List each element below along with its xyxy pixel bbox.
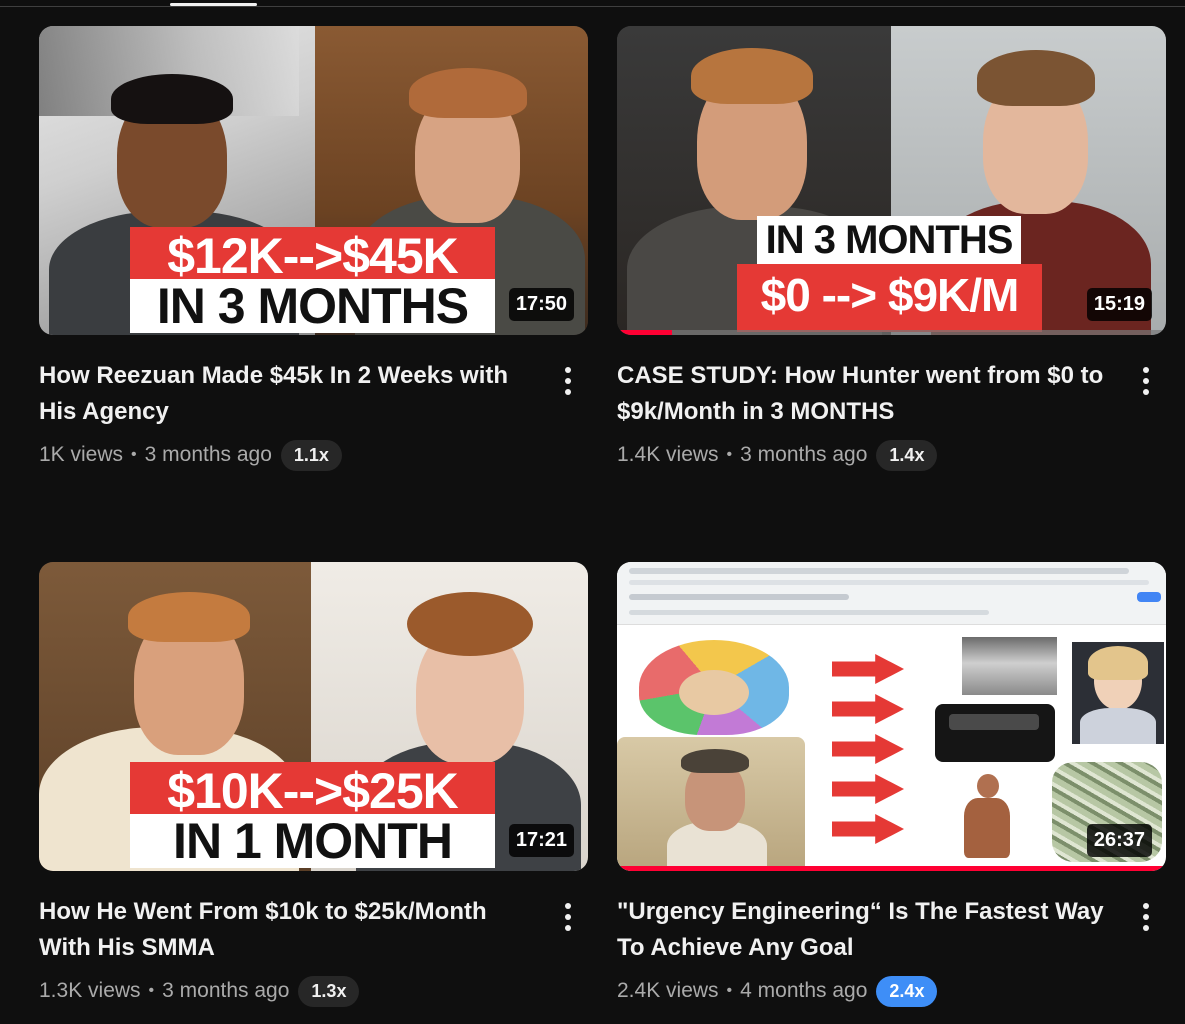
video-thumbnail[interactable]: $10K-->$25K IN 1 MONTH 17:21 bbox=[39, 562, 588, 871]
playback-speed-badge: 1.1x bbox=[280, 439, 342, 471]
video-title[interactable]: How Reezuan Made $45k In 2 Weeks with Hi… bbox=[39, 358, 529, 430]
bodybuilder-image bbox=[962, 774, 1012, 864]
video-metadata: 1.4K views • 3 months ago 1.4x bbox=[617, 439, 938, 471]
video-card-4[interactable]: 26:37 "Urgency Engineering“ Is The Faste… bbox=[617, 562, 1166, 1007]
video-thumbnail[interactable]: $12K-->$45K IN 3 MONTHS 17:50 bbox=[39, 26, 588, 335]
thumbnail-caption-bottom: IN 3 MONTHS bbox=[130, 279, 495, 333]
separator: • bbox=[726, 982, 733, 999]
duration-badge: 17:21 bbox=[508, 824, 574, 857]
thumbnail-caption-top: $10K-->$25K bbox=[130, 762, 495, 818]
house-image bbox=[962, 637, 1057, 695]
video-metadata: 2.4K views • 4 months ago 2.4x bbox=[617, 975, 938, 1007]
duration-badge: 26:37 bbox=[1086, 824, 1152, 857]
separator: • bbox=[131, 446, 137, 463]
separator: • bbox=[726, 446, 733, 463]
webcam-inset bbox=[617, 737, 805, 871]
red-arrow bbox=[832, 814, 904, 844]
portrait-image bbox=[1072, 642, 1164, 744]
watch-progress-bar bbox=[617, 866, 1166, 871]
red-arrow bbox=[832, 654, 904, 684]
red-arrow bbox=[832, 774, 904, 804]
thumbnail-caption-top: $12K-->$45K bbox=[130, 227, 495, 283]
thumbnail-caption-top: IN 3 MONTHS bbox=[757, 216, 1021, 266]
view-count: 2.4K views bbox=[617, 979, 719, 1002]
video-metadata: 1.3K views • 3 months ago 1.3x bbox=[39, 975, 360, 1007]
video-title[interactable]: How He Went From $10k to $25k/Month With… bbox=[39, 894, 529, 966]
video-card-3[interactable]: $10K-->$25K IN 1 MONTH 17:21 How He Went… bbox=[39, 562, 588, 1007]
browser-screenshot-toolbar bbox=[617, 562, 1166, 625]
thumbnail-caption-bottom: IN 1 MONTH bbox=[130, 814, 495, 868]
view-count: 1.4K views bbox=[617, 443, 719, 466]
brain-diagram bbox=[639, 640, 789, 735]
progress-track bbox=[617, 330, 1166, 335]
duration-badge: 17:50 bbox=[508, 288, 574, 321]
video-title[interactable]: "Urgency Engineering“ Is The Fastest Way… bbox=[617, 894, 1107, 966]
upload-age: 3 months ago bbox=[144, 443, 272, 466]
video-thumbnail[interactable]: 26:37 bbox=[617, 562, 1166, 871]
more-actions-icon[interactable] bbox=[560, 902, 576, 934]
watch-progress-bar bbox=[617, 330, 672, 335]
upload-age: 3 months ago bbox=[740, 443, 868, 466]
video-title[interactable]: CASE STUDY: How Hunter went from $0 to $… bbox=[617, 358, 1107, 430]
car-image bbox=[935, 704, 1055, 762]
more-actions-icon[interactable] bbox=[560, 366, 576, 398]
video-thumbnail[interactable]: IN 3 MONTHS $0 --> $9K/M 15:19 bbox=[617, 26, 1166, 335]
view-count: 1K views bbox=[39, 443, 124, 466]
duration-badge: 15:19 bbox=[1086, 288, 1152, 321]
playback-speed-badge: 1.3x bbox=[298, 975, 360, 1007]
separator: • bbox=[148, 982, 155, 999]
playback-speed-badge: 1.4x bbox=[876, 439, 938, 471]
red-arrow bbox=[832, 734, 904, 764]
view-count: 1.3K views bbox=[39, 979, 141, 1002]
thumbnail-caption-bottom: $0 --> $9K/M bbox=[737, 264, 1042, 332]
video-card-2[interactable]: IN 3 MONTHS $0 --> $9K/M 15:19 CASE STUD… bbox=[617, 26, 1166, 471]
more-actions-icon[interactable] bbox=[1138, 366, 1154, 398]
active-tab-indicator bbox=[170, 3, 257, 6]
more-actions-icon[interactable] bbox=[1138, 902, 1154, 934]
upload-age: 3 months ago bbox=[162, 979, 290, 1002]
playback-speed-badge: 2.4x bbox=[876, 975, 938, 1007]
red-arrow bbox=[832, 694, 904, 724]
video-card-1[interactable]: $12K-->$45K IN 3 MONTHS 17:50 How Reezua… bbox=[39, 26, 588, 471]
upload-age: 4 months ago bbox=[740, 979, 868, 1002]
video-metadata: 1K views • 3 months ago 1.1x bbox=[39, 439, 342, 471]
top-divider bbox=[0, 6, 1185, 7]
